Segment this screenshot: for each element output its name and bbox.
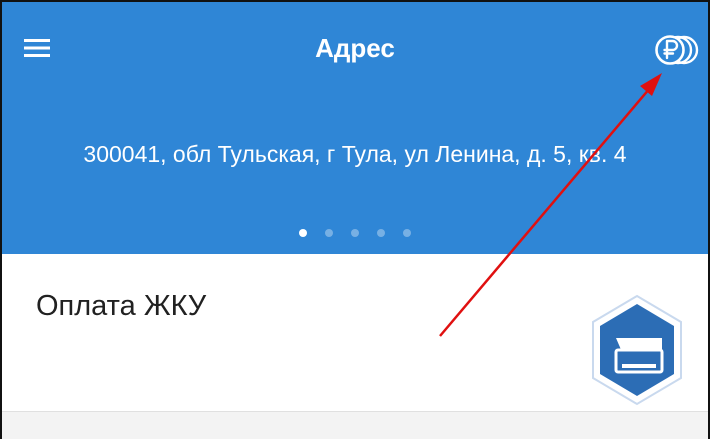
page-title: Адрес [315, 33, 395, 63]
pager-dot[interactable] [325, 229, 333, 237]
section-divider [2, 411, 708, 439]
wallet-hexagon-icon [582, 292, 692, 408]
screen: Адрес 300041, обл Тульская, г Тула, ул Л… [0, 0, 710, 439]
pager-dot[interactable] [377, 229, 385, 237]
pager-dot[interactable] [351, 229, 359, 237]
address-text: 300041, обл Тульская, г Тула, ул Ленина,… [83, 141, 627, 167]
ruble-coins-icon [655, 35, 699, 65]
address-pager[interactable] [2, 229, 708, 237]
pager-dot[interactable] [403, 229, 411, 237]
payments-button[interactable] [650, 30, 706, 70]
card-title: Оплата ЖКУ [36, 290, 207, 322]
app-bar: Адрес 300041, обл Тульская, г Тула, ул Л… [2, 2, 708, 254]
payment-card[interactable]: Оплата ЖКУ [2, 254, 708, 411]
pager-dot[interactable] [299, 229, 307, 237]
